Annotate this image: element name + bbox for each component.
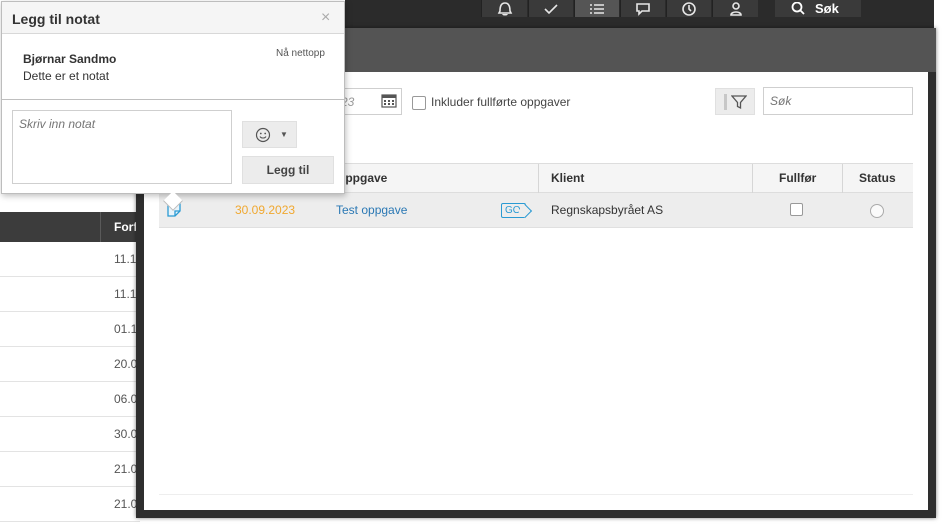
add-note-button[interactable]: Legg til — [242, 156, 334, 184]
note-timestamp: Nå nettopp — [276, 48, 325, 59]
popup-title: Legg til notat — [12, 11, 100, 27]
background-table-row[interactable]: 06.0 — [0, 382, 140, 417]
person-icon — [729, 1, 742, 16]
smiley-icon — [255, 127, 271, 143]
messages-button[interactable] — [620, 0, 665, 17]
global-search-button[interactable]: Søk — [775, 0, 861, 17]
background-table-row[interactable]: 01.1 — [0, 312, 140, 347]
clock-icon — [682, 1, 696, 16]
background-row-date: 20.0 — [114, 357, 138, 371]
note-input[interactable] — [12, 110, 232, 184]
column-separator — [100, 212, 101, 242]
include-completed-checkbox[interactable] — [412, 96, 426, 110]
check-icon — [544, 3, 558, 14]
task-client: Regnskapsbyrået AS — [551, 203, 664, 217]
filter-icon — [731, 95, 747, 110]
profile-button[interactable] — [712, 0, 758, 17]
task-due-date: 30.09.2023 — [235, 203, 296, 217]
column-separator — [538, 164, 539, 193]
background-table-row[interactable]: 30.0 — [0, 417, 140, 452]
time-button[interactable] — [666, 0, 711, 17]
popup-divider — [2, 99, 344, 100]
note-text: Dette er et notat — [23, 69, 110, 83]
background-table-row[interactable]: 20.0 — [0, 347, 140, 382]
tasks-check-button[interactable] — [528, 0, 573, 17]
note-author: Bjørnar Sandmo — [23, 52, 117, 66]
background-table-row[interactable]: 21.0 — [0, 487, 140, 522]
table-row[interactable]: 30.09.2023 Test oppgave GO Regnskapsbyrå… — [159, 193, 913, 228]
background-table-row[interactable]: 11.1 — [0, 242, 140, 277]
background-column-header[interactable]: Forf — [114, 220, 137, 234]
background-row-date: 21.0 — [114, 462, 138, 476]
popup-header: Legg til notat × — [2, 2, 344, 34]
chevron-down-icon: ▼ — [280, 130, 288, 139]
bell-icon — [497, 1, 512, 16]
chat-icon — [636, 2, 650, 16]
include-completed-label[interactable]: Inkluder fullførte oppgaver — [431, 95, 570, 109]
background-table-row[interactable]: 21.0 — [0, 452, 140, 487]
filter-button[interactable] — [715, 88, 755, 115]
close-icon[interactable]: × — [321, 10, 330, 26]
task-list-button[interactable] — [574, 0, 619, 17]
list-icon — [590, 3, 604, 14]
global-search-label: Søk — [815, 1, 839, 16]
search-input[interactable] — [763, 87, 913, 115]
background-row-date: 21.0 — [114, 497, 138, 511]
column-header-status[interactable]: Status — [859, 164, 896, 193]
column-separator — [752, 164, 753, 193]
column-header-client[interactable]: Klient — [551, 164, 584, 193]
column-separator — [842, 164, 843, 193]
background-table-header: Forf — [0, 212, 140, 242]
status-indicator[interactable] — [870, 204, 884, 218]
background-table-row[interactable]: 11.1 — [0, 277, 140, 312]
task-name-link[interactable]: Test oppgave — [336, 203, 407, 217]
background-row-date: 11.1 — [114, 252, 137, 266]
background-row-date: 06.0 — [114, 392, 138, 406]
notifications-button[interactable] — [481, 0, 527, 17]
emoji-picker-button[interactable]: ▼ — [242, 121, 297, 148]
background-row-date: 11.1 — [114, 287, 137, 301]
add-note-popup: Legg til notat × Bjørnar Sandmo Nå netto… — [1, 1, 345, 211]
background-table: Forf 11.1 11.1 01.1 20.0 06.0 30.0 21.0 … — [0, 212, 140, 522]
background-row-date: 30.0 — [114, 427, 138, 441]
background-row-date: 01.1 — [114, 322, 138, 336]
filter-divider — [724, 94, 727, 110]
go-badge[interactable]: GO — [501, 203, 526, 218]
complete-checkbox[interactable] — [790, 203, 803, 216]
table-bottom-border — [159, 494, 913, 495]
search-icon — [791, 1, 805, 15]
calendar-icon[interactable] — [381, 93, 397, 108]
column-header-complete[interactable]: Fullfør — [779, 164, 816, 193]
